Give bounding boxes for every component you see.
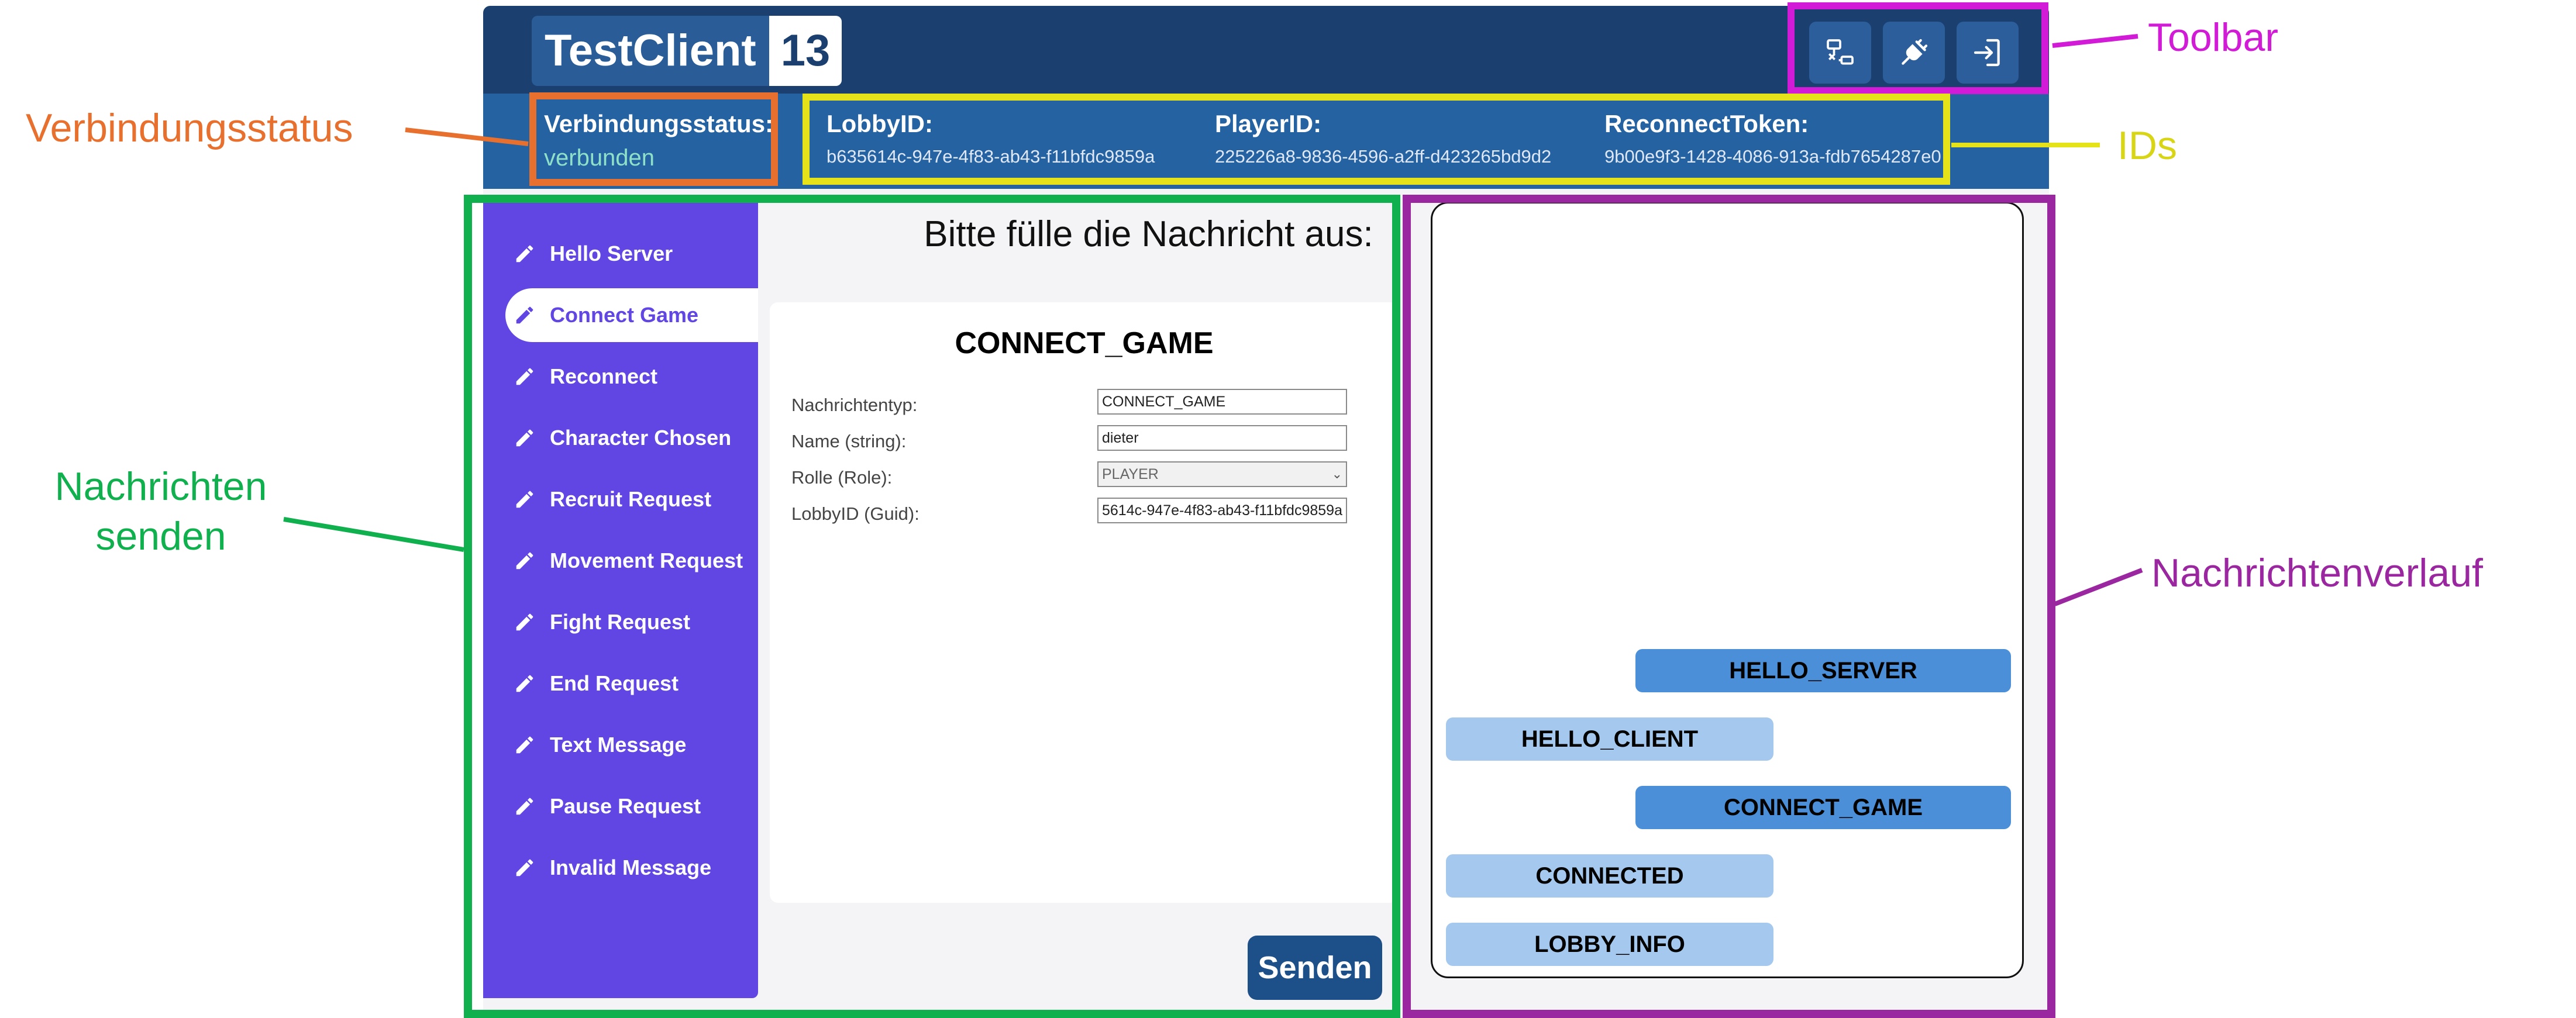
ids-annotation: IDs [2117, 123, 2177, 168]
send-messages-leader-line [283, 517, 464, 552]
history-leader-line [2054, 568, 2143, 606]
connection-status-leader-line [405, 127, 529, 146]
connection-status-annotation: Verbindungsstatus [26, 106, 353, 150]
history-annotation: Nachrichtenverlauf [2151, 551, 2483, 595]
toolbar-annotation: Toolbar [2148, 15, 2279, 60]
toolbar-leader-line [2052, 34, 2138, 48]
send-messages-annotation: Nachrichten senden [54, 464, 267, 558]
annotation-leader-lines [283, 34, 2143, 606]
